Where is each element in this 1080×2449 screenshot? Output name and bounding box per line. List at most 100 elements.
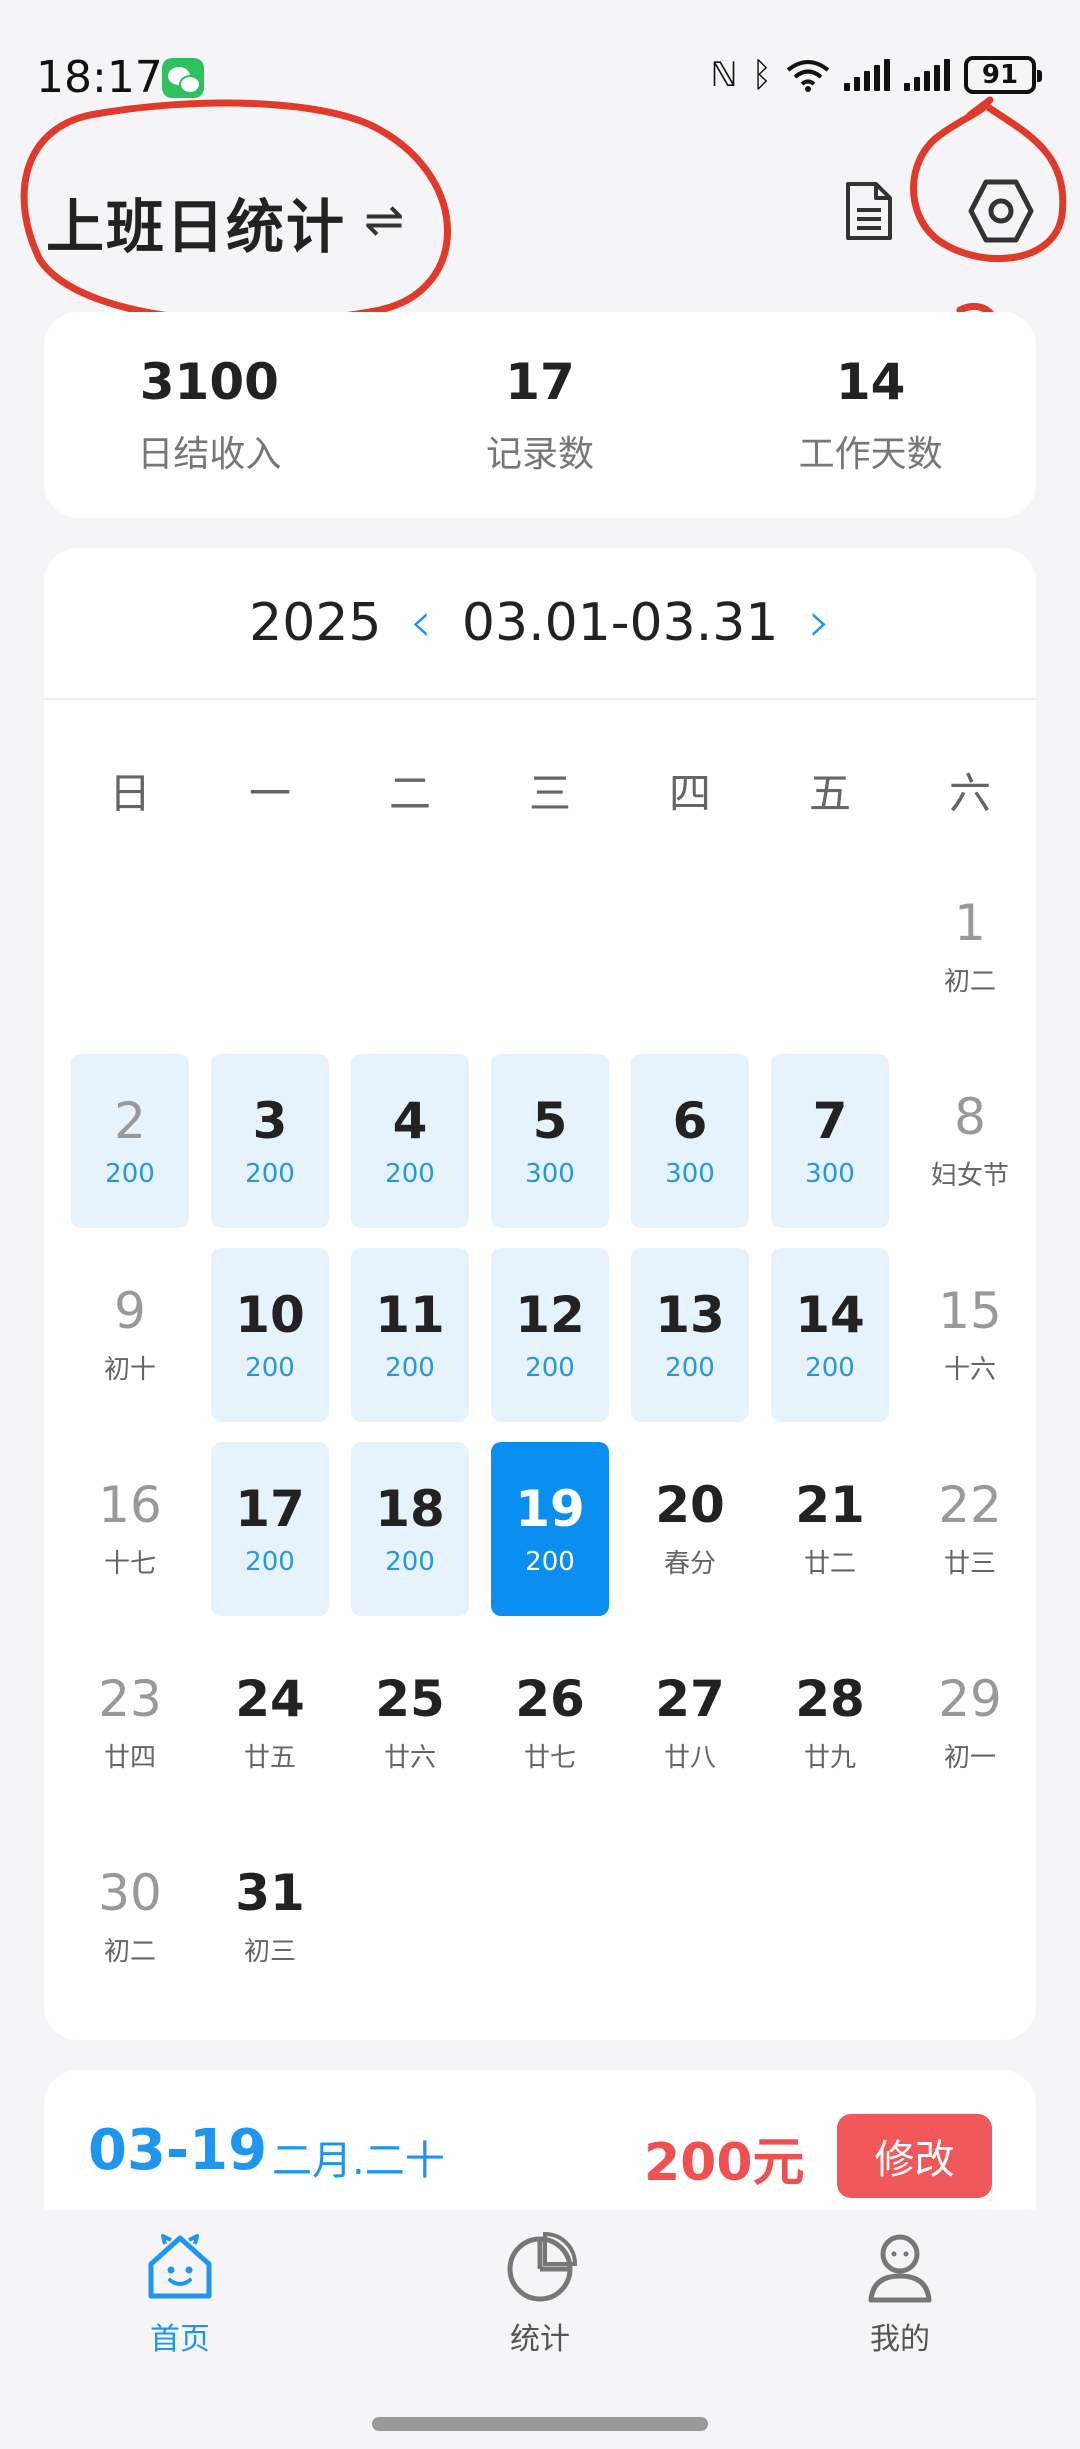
battery-icon: 91	[964, 56, 1042, 94]
calendar-day-cell[interactable]: 13 200	[631, 1248, 749, 1422]
weekday-label: 四	[668, 769, 711, 818]
day-lunar-label: 初二	[103, 1937, 156, 1967]
tab-statistics[interactable]: 统计	[460, 2230, 620, 2358]
calendar-day-cell[interactable]: 8 妇女节	[911, 1054, 1029, 1228]
weekday-label: 三	[528, 769, 571, 818]
day-number: 18	[375, 1479, 445, 1538]
calendar-day-cell[interactable]: 25 廿六	[351, 1636, 469, 1810]
calendar-day-cell[interactable]: 18 200	[351, 1442, 469, 1616]
day-number: 2	[114, 1091, 146, 1150]
calendar-day-cell[interactable]: 28 廿九	[771, 1636, 889, 1810]
day-income-label: 300	[525, 1158, 575, 1189]
stat-income: 3100 日结收入	[44, 312, 375, 518]
day-income-label: 200	[105, 1158, 155, 1189]
calendar-day-cell[interactable]: 6 300	[631, 1054, 749, 1228]
day-lunar-label: 廿四	[103, 1743, 156, 1773]
day-lunar-label: 十六	[943, 1355, 996, 1385]
page-title[interactable]: 上班日统计	[46, 180, 346, 264]
calendar-day-cell[interactable]: 24 廿五	[211, 1636, 329, 1810]
day-number: 14	[795, 1285, 865, 1344]
wechat-notification-icon	[162, 58, 204, 98]
edit-button[interactable]: 修改	[837, 2114, 992, 2198]
calendar-empty-cell	[771, 860, 889, 1034]
day-number: 24	[235, 1670, 305, 1728]
day-income-label: 200	[665, 1352, 715, 1383]
next-month-chevron-icon[interactable]: ›	[808, 595, 830, 651]
day-number: 6	[672, 1091, 708, 1150]
calendar-day-cell[interactable]: 26 廿七	[491, 1636, 609, 1810]
day-lunar-label: 廿二	[803, 1549, 856, 1579]
day-number: 23	[98, 1670, 162, 1728]
calendar-day-cell[interactable]: 17 200	[211, 1442, 329, 1616]
calendar-day-cell[interactable]: 4 200	[351, 1054, 469, 1228]
signal-icon-2	[904, 59, 950, 91]
stat-records: 17 记录数	[375, 312, 706, 518]
day-number: 8	[954, 1088, 986, 1146]
day-number: 19	[515, 1479, 585, 1538]
calendar-card: 2025 ‹ 03.01-03.31 › 日一二三四五六 1 初二 2 200 3 200…	[44, 548, 1036, 2040]
calendar-day-cell[interactable]: 15 十六	[911, 1248, 1029, 1422]
tab-home[interactable]: 首页	[100, 2230, 260, 2358]
day-income-label: 200	[525, 1546, 575, 1577]
weekday-label: 日	[108, 769, 151, 818]
calendar-empty-cell	[491, 860, 609, 1034]
stat-records-label: 记录数	[486, 434, 595, 475]
stat-records-value: 17	[505, 353, 575, 411]
battery-level: 91	[981, 60, 1019, 90]
detail-lunar-date: 二月.二十	[272, 2138, 445, 2184]
tab-statistics-label: 统计	[510, 2322, 570, 2357]
day-detail-card: 03-19 二月.二十 200元 修改	[44, 2070, 1036, 2220]
calendar-day-cell[interactable]: 5 300	[491, 1054, 609, 1228]
day-number: 28	[795, 1670, 865, 1728]
status-bar: 18:17 ℕ ᛒ 91	[0, 0, 1080, 150]
document-icon[interactable]	[844, 180, 894, 242]
calendar-empty-cell	[631, 860, 749, 1034]
stat-workdays-value: 14	[835, 353, 906, 411]
calendar-day-cell[interactable]: 20 春分	[631, 1442, 749, 1616]
detail-amount: 200元	[644, 2133, 805, 2193]
calendar-day-cell[interactable]: 22 廿三	[911, 1442, 1029, 1616]
calendar-day-cell[interactable]: 27 廿八	[631, 1636, 749, 1810]
calendar-day-cell[interactable]: 3 200	[211, 1054, 329, 1228]
calendar-day-cell[interactable]: 9 初十	[71, 1248, 189, 1422]
calendar-day-cell[interactable]: 19 200	[491, 1442, 609, 1616]
calendar-day-cell[interactable]: 12 200	[491, 1248, 609, 1422]
day-number: 30	[98, 1864, 162, 1922]
day-income-label: 200	[245, 1158, 295, 1189]
weekday-header: 日一二三四五六	[60, 760, 1040, 821]
day-number: 22	[938, 1476, 1002, 1534]
day-number: 10	[235, 1285, 305, 1344]
weekday-label: 五	[808, 769, 851, 818]
calendar-day-cell[interactable]: 23 廿四	[71, 1636, 189, 1810]
day-lunar-label: 初十	[103, 1355, 156, 1385]
calendar-day-cell[interactable]: 29 初一	[911, 1636, 1029, 1810]
calendar-day-cell[interactable]: 16 十七	[71, 1442, 189, 1616]
stat-income-value: 3100	[139, 353, 279, 411]
day-number: 25	[375, 1670, 445, 1728]
day-number: 29	[938, 1670, 1002, 1728]
calendar-day-cell[interactable]: 10 200	[211, 1248, 329, 1422]
settings-icon[interactable]	[966, 176, 1036, 246]
day-lunar-label: 廿五	[243, 1743, 296, 1773]
calendar-empty-cell	[71, 860, 189, 1034]
calendar-day-cell[interactable]: 2 200	[71, 1054, 189, 1228]
calendar-day-cell[interactable]: 11 200	[351, 1248, 469, 1422]
calendar-day-cell[interactable]: 21 廿二	[771, 1442, 889, 1616]
tab-me[interactable]: 我的	[820, 2230, 980, 2358]
home-indicator[interactable]	[372, 2417, 708, 2431]
day-lunar-label: 春分	[663, 1549, 716, 1579]
calendar-day-cell[interactable]: 1 初二	[911, 860, 1029, 1034]
pie-chart-icon	[507, 2231, 577, 2302]
prev-month-chevron-icon[interactable]: ‹	[410, 595, 432, 651]
stat-income-label: 日结收入	[137, 434, 282, 475]
day-income-label: 200	[385, 1546, 435, 1577]
calendar-day-cell[interactable]: 30 初二	[71, 1830, 189, 2004]
bottom-tab-bar: 首页 统计 我的	[0, 2210, 1080, 2449]
day-income-label: 200	[385, 1352, 435, 1383]
calendar-day-cell[interactable]: 31 初三	[211, 1830, 329, 2004]
day-number: 16	[98, 1476, 162, 1534]
calendar-day-cell[interactable]: 7 300	[771, 1054, 889, 1228]
calendar-day-cell[interactable]: 14 200	[771, 1248, 889, 1422]
swap-icon[interactable]: ⇌	[364, 192, 404, 248]
day-lunar-label: 初二	[943, 967, 996, 997]
